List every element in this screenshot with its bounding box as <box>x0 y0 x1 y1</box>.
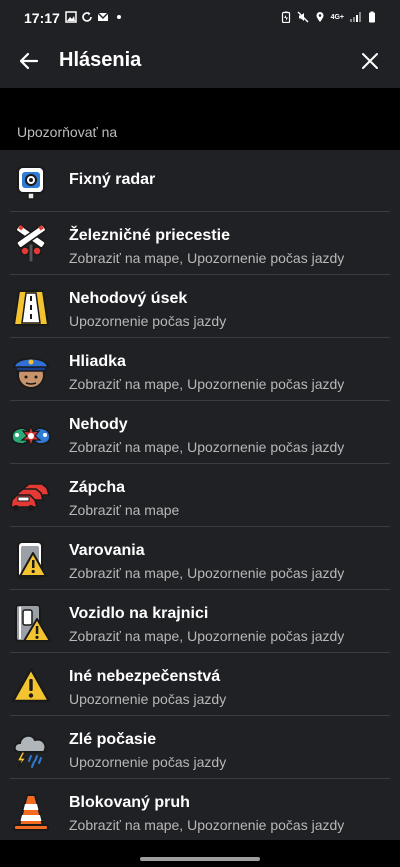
item-label: Nehodový úsek <box>69 290 188 307</box>
item-subtitle: Zobraziť na mape, Upozornenie počas jazd… <box>69 376 345 392</box>
signal-icon <box>350 12 361 22</box>
item-label: Blokovaný pruh <box>69 794 190 811</box>
item-label: Hliadka <box>69 353 126 370</box>
list-item-traffic-jam[interactable]: Zápcha Zobraziť na mape <box>0 464 400 527</box>
status-time: 17:17 <box>24 10 60 26</box>
app-bar: Hlásenia <box>0 36 400 88</box>
warning-phone-icon <box>10 539 52 581</box>
back-arrow-icon[interactable] <box>17 49 41 73</box>
status-bar: 17:17 4G+ <box>0 0 400 36</box>
item-subtitle: Upozornenie počas jazdy <box>69 313 227 329</box>
home-gesture-handle[interactable] <box>140 857 260 861</box>
network-type: 4G+ <box>330 13 344 21</box>
list-item-bad-weather[interactable]: Zlé počasie Upozornenie počas jazdy <box>0 716 400 779</box>
list-item-railroad-crossing[interactable]: Železničné priecestie Zobraziť na mape, … <box>0 212 400 275</box>
list-item-warnings[interactable]: Varovania Zobraziť na mape, Upozornenie … <box>0 527 400 590</box>
item-label: Železničné priecestie <box>69 227 230 244</box>
gmail-icon <box>97 12 109 21</box>
list-item-vehicle-on-shoulder[interactable]: Vozidlo na krajnici Zobraziť na mape, Up… <box>0 590 400 653</box>
alerts-list: Fixný radar Železničné priecestie Zobraz… <box>0 150 400 842</box>
sync-icon <box>82 12 92 22</box>
item-label: Zlé počasie <box>69 731 157 748</box>
item-label: Vozidlo na krajnici <box>69 605 209 622</box>
close-icon[interactable] <box>358 49 382 73</box>
notification-icons <box>65 11 121 23</box>
location-icon <box>316 12 324 22</box>
storm-cloud-icon <box>10 728 52 770</box>
hazard-triangle-icon <box>10 665 52 707</box>
hazard-road-icon <box>10 287 52 329</box>
battery-saver-icon <box>281 11 290 23</box>
list-item-speed-camera[interactable]: Fixný radar <box>0 150 400 212</box>
item-label: Zápcha <box>69 479 126 496</box>
police-icon <box>10 350 52 392</box>
system-icons: 4G+ <box>280 11 378 23</box>
mute-icon <box>297 11 309 23</box>
section-header-label: Upozorňovať na <box>17 124 118 140</box>
battery-icon <box>369 11 375 23</box>
item-subtitle: Zobraziť na mape <box>69 502 180 518</box>
traffic-cone-icon <box>10 791 52 833</box>
item-label: Varovania <box>69 542 145 559</box>
list-item-accident-zone[interactable]: Nehodový úsek Upozornenie počas jazdy <box>0 275 400 338</box>
crash-icon <box>10 413 52 455</box>
list-item-accidents[interactable]: Nehody Zobraziť na mape, Upozornenie poč… <box>0 401 400 464</box>
page-title: Hlásenia <box>59 49 142 71</box>
list-item-other-hazards[interactable]: Iné nebezpečenstvá Upozornenie počas jaz… <box>0 653 400 716</box>
vehicle-on-shoulder-icon <box>10 602 52 644</box>
item-subtitle: Zobraziť na mape, Upozornenie počas jazd… <box>69 817 345 833</box>
section-header: Upozorňovať na <box>0 118 400 150</box>
item-subtitle: Zobraziť na mape, Upozornenie počas jazd… <box>69 250 345 266</box>
item-label: Iné nebezpečenstvá <box>69 668 221 685</box>
item-subtitle: Zobraziť na mape, Upozornenie počas jazd… <box>69 628 345 644</box>
railroad-crossing-icon <box>10 224 52 266</box>
traffic-jam-icon <box>10 476 52 518</box>
list-item-police[interactable]: Hliadka Zobraziť na mape, Upozornenie po… <box>0 338 400 401</box>
item-subtitle: Zobraziť na mape, Upozornenie počas jazd… <box>69 439 345 455</box>
gallery-icon <box>65 11 77 23</box>
item-label: Nehody <box>69 416 128 433</box>
more-notifications-dot <box>117 15 121 19</box>
speed-camera-icon <box>10 162 52 204</box>
navigation-bar <box>0 840 400 867</box>
item-subtitle: Upozornenie počas jazdy <box>69 754 227 770</box>
item-subtitle: Zobraziť na mape, Upozornenie počas jazd… <box>69 565 345 581</box>
list-item-blocked-lane[interactable]: Blokovaný pruh Zobraziť na mape, Upozorn… <box>0 779 400 842</box>
item-label: Fixný radar <box>69 171 156 188</box>
item-subtitle: Upozornenie počas jazdy <box>69 691 227 707</box>
